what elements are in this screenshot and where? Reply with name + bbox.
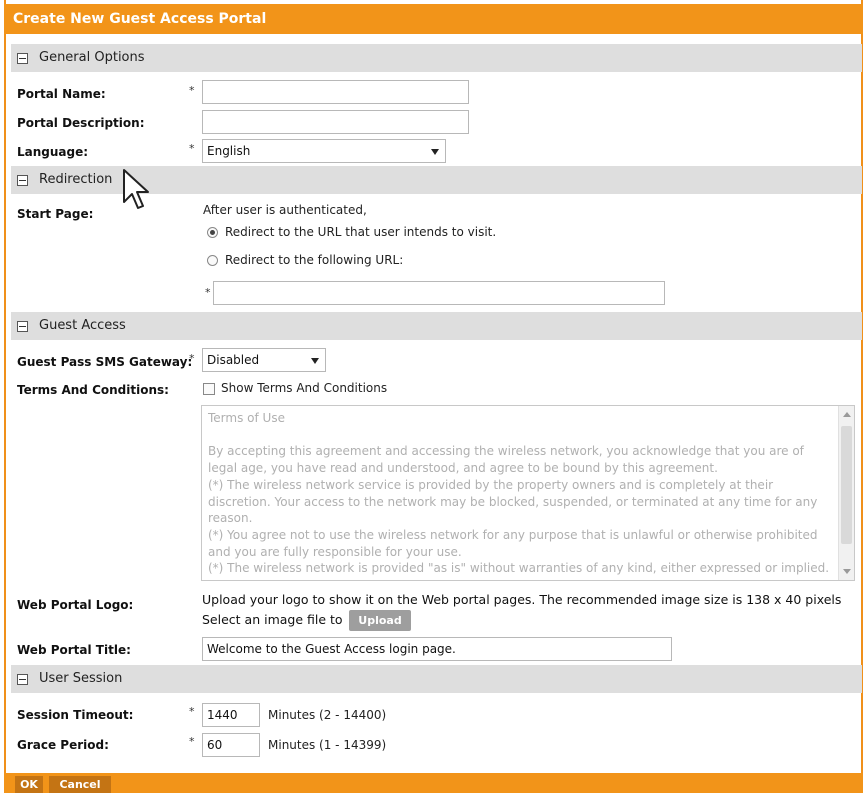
upload-button[interactable]: Upload [349, 610, 411, 631]
session-timeout-unit: Minutes (2 - 14400) [268, 708, 387, 722]
terms-label: Terms And Conditions: [17, 383, 169, 397]
radio-redirect-intended[interactable] [207, 227, 218, 238]
required-marker: * [189, 352, 195, 365]
mouse-cursor-icon [123, 169, 149, 209]
start-page-label: Start Page: [17, 207, 94, 221]
portal-description-label: Portal Description: [17, 116, 145, 130]
section-guest-access[interactable]: Guest Access [11, 312, 862, 340]
language-label: Language: [17, 145, 89, 159]
ok-button[interactable]: OK [15, 776, 43, 793]
footer-bar [4, 773, 863, 793]
grace-period-unit: Minutes (1 - 14399) [268, 738, 387, 752]
collapse-icon[interactable] [17, 175, 28, 186]
grace-period-input[interactable] [202, 733, 260, 757]
web-portal-title-label: Web Portal Title: [17, 643, 131, 657]
collapse-icon[interactable] [17, 674, 28, 685]
show-terms-checkbox[interactable] [203, 383, 215, 395]
terms-text: Terms of Use By accepting this agreement… [208, 411, 830, 576]
language-value: English [207, 144, 251, 158]
scroll-thumb[interactable] [841, 426, 852, 544]
redirect-url-input[interactable] [213, 281, 665, 305]
show-terms-label[interactable]: Show Terms And Conditions [221, 381, 387, 395]
section-user-session[interactable]: User Session [11, 665, 862, 693]
collapse-icon[interactable] [17, 53, 28, 64]
required-marker: * [205, 286, 211, 299]
portal-description-input[interactable] [202, 110, 469, 134]
language-select[interactable]: English [202, 139, 446, 163]
dialog-title: Create New Guest Access Portal [4, 4, 863, 34]
sms-gateway-label: Guest Pass SMS Gateway: [17, 355, 193, 369]
radio-redirect-following[interactable] [207, 255, 218, 266]
required-marker: * [189, 84, 195, 97]
session-timeout-label: Session Timeout: [17, 708, 134, 722]
radio-redirect-intended-label[interactable]: Redirect to the URL that user intends to… [225, 225, 496, 239]
logo-hint: Upload your logo to show it on the Web p… [202, 592, 842, 607]
session-timeout-input[interactable] [202, 703, 260, 727]
section-label: User Session [39, 671, 123, 686]
section-label: Guest Access [39, 318, 126, 333]
cancel-button[interactable]: Cancel [49, 776, 111, 793]
web-portal-logo-label: Web Portal Logo: [17, 598, 134, 612]
section-general-options[interactable]: General Options [11, 44, 862, 72]
section-label: General Options [39, 50, 145, 65]
sms-gateway-value: Disabled [207, 353, 260, 367]
portal-name-input[interactable] [202, 80, 469, 104]
required-marker: * [189, 142, 195, 155]
scroll-up-icon[interactable] [843, 412, 851, 417]
select-file-text: Select an image file to [202, 612, 343, 627]
section-label: Redirection [39, 172, 113, 187]
chevron-down-icon [431, 149, 439, 155]
radio-redirect-following-label[interactable]: Redirect to the following URL: [225, 253, 403, 267]
terms-textarea[interactable]: Terms of Use By accepting this agreement… [201, 405, 855, 581]
chevron-down-icon [311, 358, 319, 364]
grace-period-label: Grace Period: [17, 738, 109, 752]
portal-name-label: Portal Name: [17, 87, 106, 101]
required-marker: * [189, 735, 195, 748]
sms-gateway-select[interactable]: Disabled [202, 348, 326, 372]
web-portal-title-input[interactable] [202, 637, 672, 661]
terms-scrollbar[interactable] [838, 406, 854, 580]
required-marker: * [189, 705, 195, 718]
scroll-down-icon[interactable] [843, 569, 851, 574]
collapse-icon[interactable] [17, 321, 28, 332]
redirect-intro: After user is authenticated, [203, 203, 367, 217]
